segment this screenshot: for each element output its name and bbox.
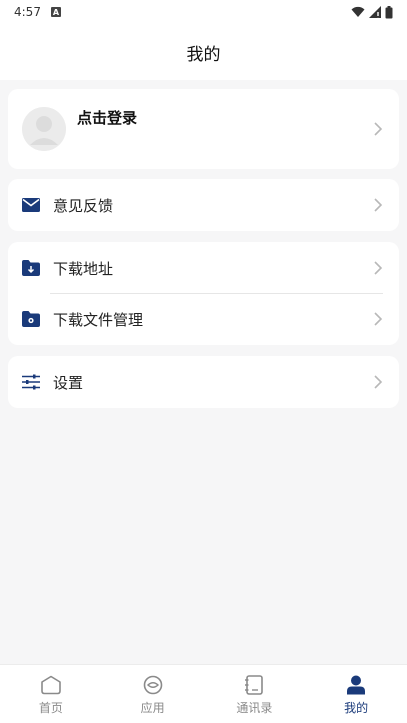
home-icon — [41, 675, 61, 695]
tab-label-profile: 我的 — [344, 701, 369, 715]
settings-card: 设置 — [8, 356, 399, 408]
chevron-right-icon — [374, 261, 383, 275]
contacts-icon — [245, 675, 264, 695]
tab-contacts[interactable]: 通讯录 — [204, 665, 306, 723]
chevron-right-icon — [374, 312, 383, 326]
chevron-right-icon — [374, 198, 383, 212]
menu-item-download-address[interactable]: 下载地址 — [8, 242, 399, 294]
chevron-right-icon — [374, 375, 383, 389]
avatar — [22, 107, 66, 151]
status-indicators — [351, 5, 393, 19]
sliders-icon — [21, 372, 41, 392]
notification-icon: A — [50, 7, 61, 17]
battery-icon — [385, 5, 393, 18]
profile-icon — [347, 675, 366, 695]
menu-item-download-file-manage[interactable]: 下载文件管理 — [8, 293, 399, 345]
menu-item-feedback[interactable]: 意见反馈 — [8, 179, 399, 231]
signal-icon — [369, 6, 381, 18]
login-label: 点击登录 — [77, 109, 138, 127]
menu-label-feedback: 意见反馈 — [53, 196, 114, 215]
status-time: 4:57 — [14, 5, 41, 19]
bottom-tab-bar: 首页 应用 通讯录 我的 — [0, 664, 407, 723]
tab-apps[interactable]: 应用 — [102, 665, 204, 723]
menu-label-download-file-manage: 下载文件管理 — [53, 310, 144, 329]
avatar-placeholder-icon — [22, 107, 66, 151]
tab-label-apps: 应用 — [140, 701, 165, 715]
menu-label-download-address: 下载地址 — [53, 259, 114, 278]
status-bar: 4:57 A — [0, 0, 407, 24]
download-folder-icon — [21, 258, 41, 278]
tab-label-home: 首页 — [38, 701, 63, 715]
mail-icon — [21, 195, 41, 215]
wifi-icon — [351, 6, 365, 17]
downloads-card: 下载地址 下载文件管理 — [8, 242, 399, 345]
feedback-card: 意见反馈 — [8, 179, 399, 231]
menu-item-settings[interactable]: 设置 — [8, 356, 399, 408]
tab-home[interactable]: 首页 — [0, 665, 102, 723]
settings-folder-icon — [21, 309, 41, 329]
apps-icon — [143, 675, 162, 695]
menu-label-settings: 设置 — [53, 373, 84, 392]
profile-card[interactable]: 点击登录 — [8, 89, 399, 169]
chevron-right-icon — [374, 122, 383, 136]
tab-profile[interactable]: 我的 — [305, 665, 407, 723]
page-title: 我的 — [186, 44, 221, 65]
tab-label-contacts: 通讯录 — [236, 701, 273, 715]
page-header: 我的 — [0, 24, 407, 80]
